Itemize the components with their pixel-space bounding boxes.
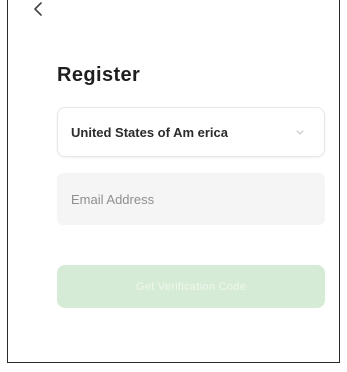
country-select-value: United States of Am erica bbox=[71, 124, 229, 140]
back-button[interactable] bbox=[30, 0, 46, 18]
page-title: Register bbox=[57, 64, 141, 86]
get-verification-code-button[interactable]: Get Verification Code bbox=[57, 265, 325, 308]
email-field[interactable] bbox=[57, 173, 325, 225]
chevron-left-icon bbox=[34, 2, 42, 16]
app-screen: Register United States of Am erica Get V… bbox=[7, 0, 340, 363]
country-select[interactable]: United States of Am erica bbox=[57, 107, 325, 157]
chevron-down-icon bbox=[294, 128, 306, 136]
